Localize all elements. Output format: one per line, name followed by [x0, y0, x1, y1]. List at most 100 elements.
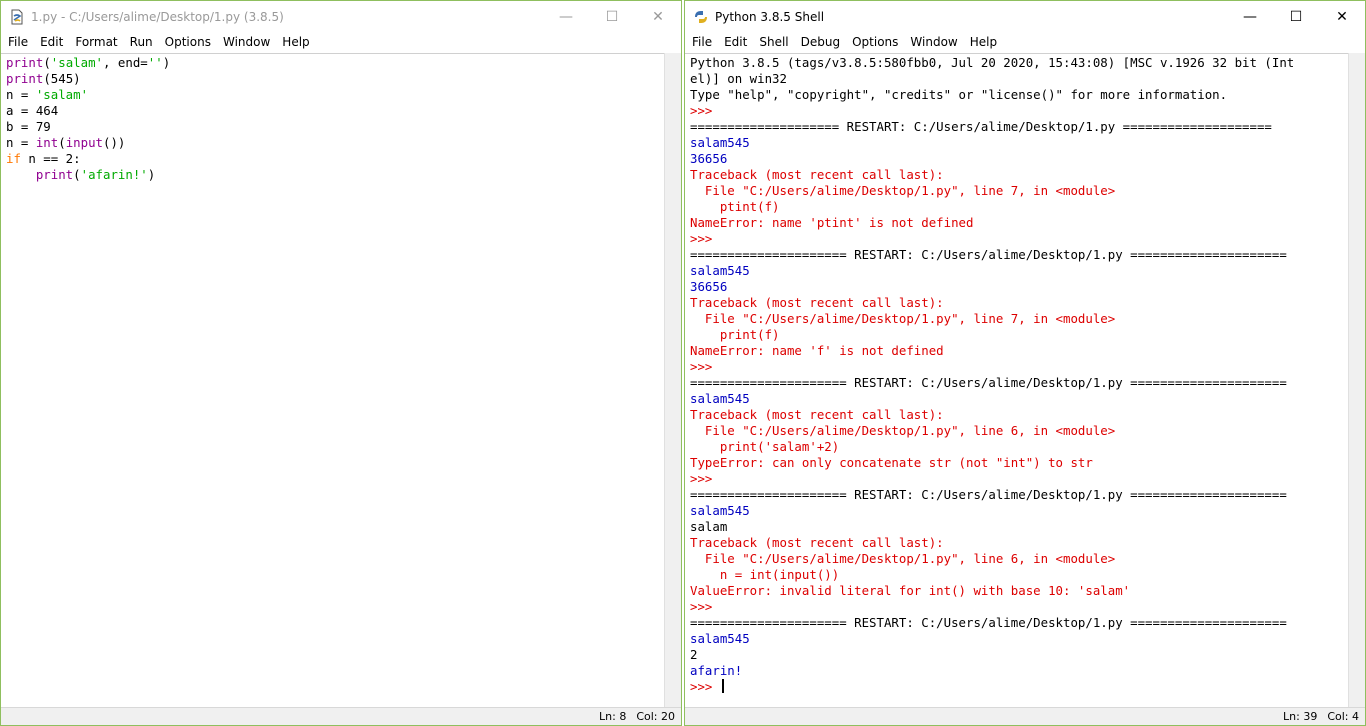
shell-line: >>> [690, 471, 720, 486]
shell-line: File "C:/Users/alime/Desktop/1.py", line… [690, 551, 1116, 566]
code-line: print('afarin!') [6, 167, 664, 183]
editor-menubar: File Edit Format Run Options Window Help [1, 32, 681, 52]
shell-line: ValueError: invalid literal for int() wi… [690, 583, 1131, 598]
code-token: if [6, 151, 21, 166]
python-shell-icon [693, 9, 709, 25]
shell-line: 36656 [690, 151, 728, 166]
shell-prompt: >>> [690, 679, 720, 694]
code-token: ) [147, 167, 156, 182]
menu-debug[interactable]: Debug [795, 35, 846, 49]
shell-line: el)] on win32 [690, 71, 787, 86]
shell-line: >>> [690, 103, 720, 118]
shell-line: salam [690, 519, 728, 534]
python-file-icon [9, 9, 25, 25]
shell-line: Traceback (most recent call last): [690, 167, 944, 182]
shell-prompt-line[interactable]: >>> [690, 679, 1348, 695]
code-token: ( [43, 55, 51, 70]
shell-line: ===================== RESTART: C:/Users/… [690, 615, 1287, 630]
code-token: n = [6, 87, 36, 102]
menu-shell[interactable]: Shell [753, 35, 794, 49]
code-token: (545) [43, 71, 81, 86]
menu-window[interactable]: Window [217, 35, 276, 49]
menu-help[interactable]: Help [276, 35, 315, 49]
code-token: , end= [103, 55, 148, 70]
editor-window: 1.py - C:/Users/alime/Desktop/1.py (3.8.… [0, 0, 682, 726]
editor-text-area[interactable]: print('salam', end='') print(545) n = 'sal… [1, 53, 664, 707]
shell-line: File "C:/Users/alime/Desktop/1.py", line… [690, 311, 1116, 326]
editor-titlebar[interactable]: 1.py - C:/Users/alime/Desktop/1.py (3.8.… [1, 1, 681, 32]
shell-line: afarin! [690, 663, 743, 678]
shell-line: salam545 [690, 503, 750, 518]
code-line: print('salam', end='') [6, 55, 664, 71]
shell-output: Python 3.8.5 (tags/v3.8.5:580fbb0, Jul 2… [685, 54, 1348, 695]
code-token: 'salam' [50, 55, 103, 70]
shell-title: Python 3.8.5 Shell [715, 9, 825, 24]
maximize-button[interactable]: ☐ [589, 1, 635, 32]
code-token: ) [162, 55, 171, 70]
menu-options[interactable]: Options [846, 35, 904, 49]
menu-run[interactable]: Run [124, 35, 159, 49]
code-line: n = int(input()) [6, 135, 664, 151]
menu-file[interactable]: File [685, 35, 718, 49]
maximize-button[interactable]: ☐ [1273, 1, 1319, 32]
menu-edit[interactable]: Edit [718, 35, 753, 49]
shell-line: NameError: name 'f' is not defined [690, 343, 944, 358]
minimize-button[interactable]: — [543, 1, 589, 32]
column-indicator: Col: 20 [636, 710, 675, 723]
shell-text-area[interactable]: Python 3.8.5 (tags/v3.8.5:580fbb0, Jul 2… [685, 53, 1348, 707]
editor-statusbar: Ln: 8 Col: 20 [1, 707, 681, 725]
shell-menubar: File Edit Shell Debug Options Window Hel… [685, 32, 1365, 52]
close-button[interactable]: ✕ [635, 1, 681, 32]
shell-line: >>> [690, 359, 720, 374]
line-indicator: Ln: 8 [599, 710, 627, 723]
shell-line: print(f) [690, 327, 780, 342]
code-token: 'afarin!' [80, 167, 148, 182]
minimize-button[interactable]: — [1227, 1, 1273, 32]
code-token: b = 79 [6, 119, 51, 134]
menu-file[interactable]: File [1, 35, 34, 49]
shell-line: 2 [690, 647, 698, 662]
shell-line: ==================== RESTART: C:/Users/a… [690, 119, 1272, 134]
shell-line: ===================== RESTART: C:/Users/… [690, 487, 1287, 502]
shell-statusbar: Ln: 39 Col: 4 [685, 707, 1365, 725]
menu-options[interactable]: Options [159, 35, 217, 49]
editor-title: 1.py - C:/Users/alime/Desktop/1.py (3.8.… [31, 9, 284, 24]
code-token: print [6, 55, 44, 70]
shell-line: File "C:/Users/alime/Desktop/1.py", line… [690, 423, 1116, 438]
close-button[interactable]: ✕ [1319, 1, 1365, 32]
menu-help[interactable]: Help [964, 35, 1003, 49]
shell-line: >>> [690, 599, 720, 614]
code-token: input [65, 135, 104, 150]
shell-line: Python 3.8.5 (tags/v3.8.5:580fbb0, Jul 2… [690, 55, 1295, 70]
shell-line: Traceback (most recent call last): [690, 407, 944, 422]
menu-window[interactable]: Window [904, 35, 963, 49]
line-indicator: Ln: 39 [1283, 710, 1318, 723]
shell-window: Python 3.8.5 Shell — ☐ ✕ File Edit Shell… [684, 0, 1366, 726]
code-lines: print('salam', end='') print(545) n = 'sal… [1, 54, 664, 183]
code-line: b = 79 [6, 119, 664, 135]
shell-line: TypeError: can only concatenate str (not… [690, 455, 1093, 470]
shell-line: Traceback (most recent call last): [690, 535, 944, 550]
code-token: int [35, 135, 59, 150]
code-token: n == 2: [20, 151, 81, 166]
shell-titlebar[interactable]: Python 3.8.5 Shell — ☐ ✕ [685, 1, 1365, 32]
code-token: ( [73, 167, 81, 182]
code-line: n = 'salam' [6, 87, 664, 103]
text-cursor [721, 679, 724, 693]
code-token: n = [6, 135, 36, 150]
editor-scrollbar[interactable] [664, 53, 681, 707]
shell-scrollbar[interactable] [1348, 53, 1365, 707]
shell-line: ===================== RESTART: C:/Users/… [690, 247, 1287, 262]
menu-format[interactable]: Format [69, 35, 123, 49]
code-line: print(545) [6, 71, 664, 87]
shell-line: ptint(f) [690, 199, 780, 214]
shell-line: NameError: name 'ptint' is not defined [690, 215, 974, 230]
code-line: a = 464 [6, 103, 664, 119]
shell-line: Traceback (most recent call last): [690, 295, 944, 310]
code-token: print [35, 167, 74, 182]
shell-line: Type "help", "copyright", "credits" or "… [690, 87, 1228, 102]
shell-line: salam545 [690, 391, 750, 406]
menu-edit[interactable]: Edit [34, 35, 69, 49]
shell-line: salam545 [690, 631, 750, 646]
